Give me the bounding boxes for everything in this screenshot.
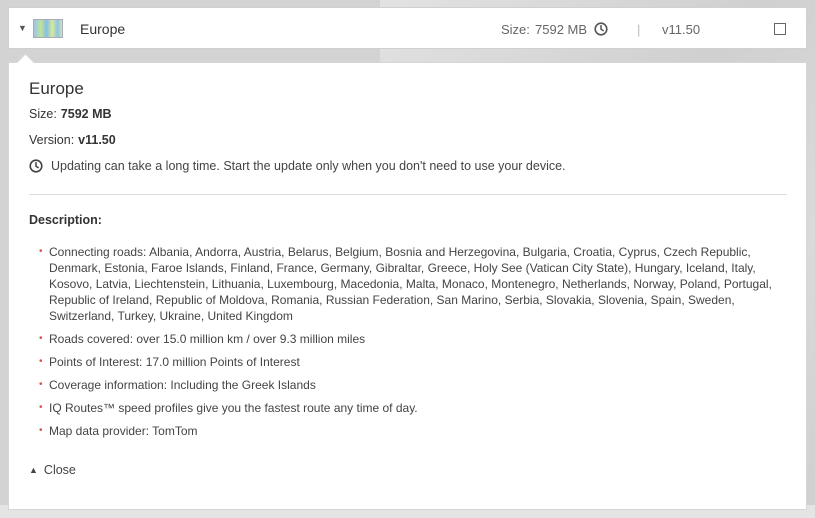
map-thumbnail <box>33 19 63 38</box>
details-panel: Europe Size: 7592 MB Version: v11.50 Updat… <box>8 53 807 510</box>
update-warning-text: Updating can take a long time. Start the… <box>51 159 566 173</box>
size-info: Size: 7592 MB <box>29 107 112 121</box>
description-item: IQ Routes™ speed profiles give you the f… <box>29 400 777 416</box>
caret-down-icon[interactable]: ▼ <box>18 24 27 33</box>
version-info-value: v11.50 <box>78 133 116 147</box>
size-info-label: Size: <box>29 107 57 121</box>
divider <box>29 194 787 195</box>
close-label: Close <box>43 463 76 477</box>
description-item: Map data provider: TomTom <box>29 423 777 439</box>
description-item: Coverage information: Including the Gree… <box>29 377 777 393</box>
version-value: v11.50 <box>662 22 701 37</box>
map-item-row[interactable]: ▼ Europe Size: 7592 MB | v11.50 <box>8 7 807 49</box>
description-item: Points of Interest: 17.0 million Points … <box>29 354 777 370</box>
size-value: 7592 MB <box>535 22 588 37</box>
separator: | <box>637 22 641 37</box>
clock-icon <box>594 22 608 36</box>
map-item-title: Europe <box>80 21 126 37</box>
version-info-label: Version: <box>29 133 75 147</box>
version-info: Version: v11.50 <box>29 133 116 147</box>
description-label: Description: <box>29 213 102 227</box>
select-checkbox[interactable] <box>774 23 786 35</box>
panel-title: Europe <box>29 79 84 98</box>
description-item: Roads covered: over 15.0 million km / ov… <box>29 331 777 347</box>
panel-pointer <box>16 53 35 72</box>
size-label: Size: <box>501 22 530 37</box>
close-button[interactable]: ▲ Close <box>29 463 76 477</box>
caret-up-icon: ▲ <box>29 465 38 475</box>
update-warning: Updating can take a long time. Start the… <box>29 159 566 173</box>
clock-icon <box>29 159 43 173</box>
size-info-value: 7592 MB <box>60 107 112 121</box>
description-list: Connecting roads: Albania, Andorra, Aust… <box>29 244 777 446</box>
description-item: Connecting roads: Albania, Andorra, Aust… <box>29 244 777 324</box>
